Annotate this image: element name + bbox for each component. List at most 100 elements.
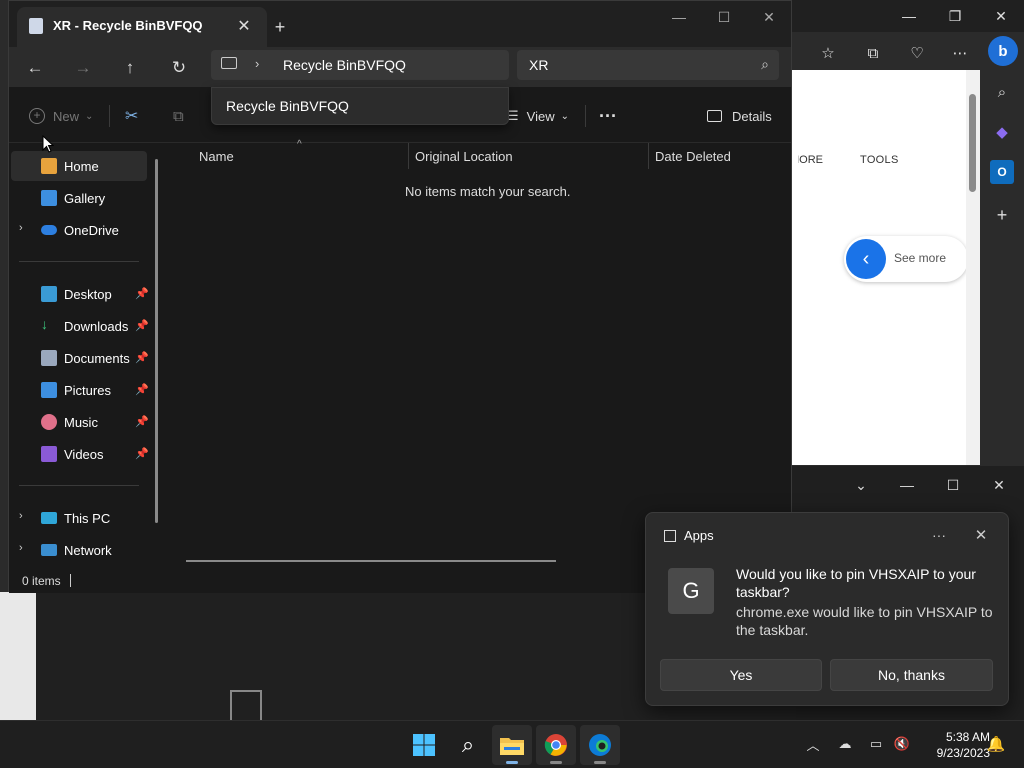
- system-clock[interactable]: 5:38 AM 9/23/2023: [918, 729, 990, 761]
- column-header-date-deleted[interactable]: Date Deleted: [655, 149, 731, 164]
- navigation-pane-scrollbar[interactable]: [155, 159, 158, 523]
- notification-more-icon[interactable]: ···: [926, 523, 952, 547]
- divider: [19, 485, 139, 486]
- favorites-star-icon[interactable]: ☆: [815, 40, 841, 66]
- background-window-titlebar: ⌄ — ☐ ✕: [792, 466, 1024, 506]
- notification-bell-icon[interactable]: 🔔: [986, 734, 1006, 754]
- bg-maximize-button[interactable]: ☐: [930, 470, 976, 500]
- details-button[interactable]: Details: [707, 105, 772, 127]
- outlook-icon[interactable]: O: [990, 160, 1014, 184]
- search-icon[interactable]: ⌕: [761, 56, 769, 73]
- minimize-button[interactable]: —: [656, 1, 702, 33]
- sidebar-item-onedrive[interactable]: › OneDrive: [11, 215, 147, 245]
- address-path[interactable]: Recycle BinBVFQQ: [283, 57, 406, 73]
- sort-ascending-icon: ^: [297, 139, 302, 150]
- sidebar-item-label: This PC: [64, 511, 111, 526]
- file-explorer-window: XR - Recycle BinBVFQQ ✕ + — ☐ ✕ ← → ↑ ↻ …: [8, 0, 792, 593]
- bg-close-button[interactable]: ✕: [976, 470, 1022, 500]
- chevron-down-icon[interactable]: ⌄: [838, 470, 884, 500]
- more-tab-label[interactable]: MORE: [798, 154, 823, 166]
- chrome-taskbar-button[interactable]: [536, 725, 576, 765]
- file-explorer-taskbar-button[interactable]: [492, 725, 532, 765]
- sidebar-item-this-pc[interactable]: › This PC: [11, 503, 147, 533]
- see-more-icon[interactable]: ···: [599, 105, 617, 127]
- sidebar-item-desktop[interactable]: Desktop 📌: [11, 279, 149, 309]
- notification-close-icon[interactable]: ✕: [968, 523, 994, 547]
- close-button[interactable]: ✕: [746, 1, 792, 33]
- sidebar-item-videos[interactable]: Videos 📌: [11, 439, 149, 469]
- column-header-name[interactable]: Name: [199, 149, 234, 164]
- horizontal-scrollbar[interactable]: [186, 560, 556, 562]
- chevron-right-icon[interactable]: ›: [19, 542, 23, 554]
- sidebar-item-home[interactable]: Home: [11, 151, 147, 181]
- tab-close-icon[interactable]: ✕: [233, 15, 255, 37]
- edge-close-button[interactable]: ✕: [978, 0, 1024, 32]
- up-button[interactable]: ↑: [115, 53, 145, 83]
- notification-app-name: Apps: [684, 528, 714, 543]
- view-button[interactable]: ☰ View ⌄: [507, 105, 569, 127]
- pin-icon[interactable]: 📌: [135, 447, 149, 460]
- new-tab-button[interactable]: +: [267, 14, 293, 40]
- divider: [109, 105, 110, 127]
- navigation-bar: ← → ↑ ↻ › Recycle BinBVFQQ XR ⌕: [9, 47, 791, 87]
- search-box[interactable]: XR ⌕: [517, 50, 779, 80]
- settings-more-icon[interactable]: ⋯: [947, 40, 973, 66]
- sidebar-item-documents[interactable]: Documents 📌: [11, 343, 149, 373]
- edge-scrollbar[interactable]: [966, 70, 980, 465]
- this-pc-icon[interactable]: [221, 57, 237, 69]
- column-divider[interactable]: [648, 143, 649, 169]
- browser-essentials-icon[interactable]: ♡: [904, 40, 930, 66]
- sidebar-item-pictures[interactable]: Pictures 📌: [11, 375, 149, 405]
- chevron-right-icon[interactable]: ›: [19, 510, 23, 522]
- sidebar-item-downloads[interactable]: ↓ Downloads 📌: [11, 311, 149, 341]
- taskbar: ⌕ ︿ ☁ ▭ 🔇 5:38 AM 9/23/2023 🔔: [0, 720, 1024, 768]
- pin-icon[interactable]: 📌: [135, 287, 149, 300]
- explorer-tab[interactable]: XR - Recycle BinBVFQQ ✕: [17, 7, 267, 47]
- bing-copilot-icon[interactable]: b: [988, 36, 1018, 66]
- edge-scrollbar-thumb[interactable]: [969, 94, 976, 192]
- pin-icon[interactable]: 📌: [135, 415, 149, 428]
- pin-icon[interactable]: 📌: [135, 383, 149, 396]
- cut-icon[interactable]: ✂: [125, 105, 138, 127]
- search-icon[interactable]: ⌕: [448, 725, 488, 765]
- maximize-button[interactable]: ☐: [701, 1, 747, 33]
- column-header-original-location[interactable]: Original Location: [415, 149, 513, 164]
- copy-icon[interactable]: ⧉: [173, 105, 184, 127]
- pin-icon[interactable]: 📌: [135, 319, 149, 332]
- address-bar[interactable]: › Recycle BinBVFQQ: [211, 50, 509, 80]
- chevron-up-icon[interactable]: ︿: [803, 734, 823, 754]
- refresh-button[interactable]: ↻: [164, 53, 194, 83]
- sidebar-item-music[interactable]: Music 📌: [11, 407, 149, 437]
- tools-tab-label[interactable]: TOOLS: [860, 154, 899, 166]
- notification-title: Would you like to pin VHSXAIP to your ta…: [736, 566, 976, 600]
- back-button[interactable]: ←: [20, 53, 50, 83]
- sidebar-item-network[interactable]: › Network: [11, 535, 147, 565]
- see-more-button[interactable]: ‹ See more: [844, 236, 968, 282]
- sidebar-item-label: OneDrive: [64, 223, 119, 238]
- no-thanks-button[interactable]: No, thanks: [830, 659, 993, 691]
- volume-muted-icon[interactable]: 🔇: [892, 734, 912, 754]
- chevron-right-icon[interactable]: ›: [19, 222, 23, 234]
- edge-restore-button[interactable]: ❐: [932, 0, 978, 32]
- add-icon[interactable]: +: [990, 203, 1014, 227]
- start-button[interactable]: [404, 725, 444, 765]
- column-divider[interactable]: [408, 143, 409, 169]
- forward-button[interactable]: →: [68, 53, 98, 83]
- yes-button[interactable]: Yes: [660, 659, 822, 691]
- chevron-right-icon[interactable]: ›: [255, 56, 259, 71]
- search-icon[interactable]: ⌕: [990, 80, 1014, 104]
- collections-icon[interactable]: ⧉: [860, 40, 886, 66]
- network-status-icon[interactable]: ▭: [866, 734, 886, 754]
- edge-taskbar-button[interactable]: [580, 725, 620, 765]
- bg-minimize-button[interactable]: —: [884, 470, 930, 500]
- onedrive-status-icon[interactable]: ☁: [835, 734, 855, 754]
- tab-title: XR - Recycle BinBVFQQ: [53, 18, 203, 33]
- pin-icon[interactable]: 📌: [135, 351, 149, 364]
- new-button[interactable]: + New ⌄: [29, 105, 93, 127]
- copilot-icon[interactable]: ◆: [990, 120, 1014, 144]
- edge-minimize-button[interactable]: —: [886, 0, 932, 32]
- search-input[interactable]: XR: [529, 57, 548, 73]
- music-icon: [41, 414, 57, 430]
- address-suggestion-item[interactable]: Recycle BinBVFQQ: [226, 98, 349, 114]
- sidebar-item-gallery[interactable]: Gallery: [11, 183, 147, 213]
